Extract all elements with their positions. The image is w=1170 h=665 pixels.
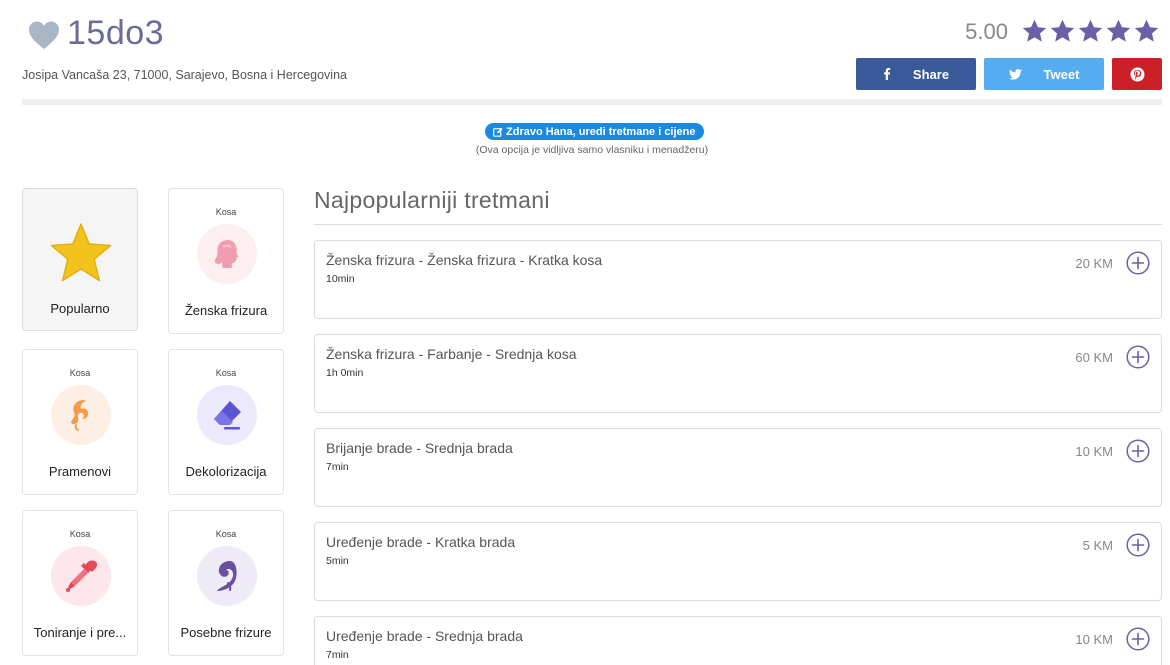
twitter-tweet-label: Tweet (1043, 66, 1080, 82)
heart-icon[interactable] (28, 20, 60, 50)
star-icon (50, 223, 112, 282)
treatment-duration: 5min (326, 555, 349, 567)
share-buttons: Share Tweet (856, 58, 1162, 90)
salon-name: 15do3 (67, 14, 165, 52)
category-label: Popularno (50, 301, 110, 316)
treatment-row[interactable]: Ženska frizura - Farbanje - Srednja kosa… (314, 334, 1162, 413)
category-label: Pramenovi (48, 464, 112, 479)
pinterest-button[interactable] (1112, 58, 1162, 90)
facebook-icon (883, 68, 891, 80)
hair-curl-icon (217, 561, 237, 591)
add-circle-icon[interactable] (1126, 627, 1150, 651)
facebook-share-label: Share (912, 66, 950, 82)
rating-star-icon (1078, 19, 1103, 42)
rating-star-icon (1050, 19, 1075, 42)
rating: 5.00 (965, 18, 1160, 45)
add-circle-icon[interactable] (1126, 251, 1150, 275)
treatment-name: Brijanje brade - Srednja brada (326, 440, 513, 456)
treatment-price: 10 KM (1075, 444, 1113, 459)
category-label: Toniranje i pre... (33, 625, 127, 640)
treatment-name: Ženska frizura - Ženska frizura - Kratka… (326, 252, 603, 268)
treatment-row[interactable]: Uređenje brade - Srednja brada 7min 10 K… (314, 616, 1162, 665)
treatment-row[interactable]: Uređenje brade - Kratka brada 5min 5 KM (314, 522, 1162, 601)
treatment-duration: 10min (326, 273, 355, 285)
section-title: Najpopularniji tretmani (314, 187, 550, 213)
treatment-price: 5 KM (1082, 538, 1113, 553)
category-card-pramenovi[interactable]: Kosa Pramenovi (22, 349, 138, 495)
category-icon-circle (51, 546, 111, 606)
category-tag: Kosa (215, 368, 237, 378)
category-label: Ženska frizura (184, 303, 268, 318)
treatment-duration: 7min (326, 649, 349, 661)
rating-star-icon (1106, 19, 1131, 42)
treatment-name: Uređenje brade - Kratka brada (326, 534, 516, 550)
treatment-row[interactable]: Ženska frizura - Ženska frizura - Kratka… (314, 240, 1162, 319)
facebook-share-button[interactable]: Share (856, 58, 976, 90)
eraser-icon (214, 401, 241, 430)
twitter-tweet-button[interactable]: Tweet (984, 58, 1104, 90)
section-divider (314, 224, 1162, 225)
add-circle-icon[interactable] (1126, 345, 1150, 369)
owner-visibility-note: (Ova opcija je vidljiva samo vlasniku i … (475, 144, 709, 156)
edit-treatments-button[interactable]: Zdravo Hana, uredi tretmane i cijene (485, 123, 704, 140)
rating-star-icon (1134, 19, 1159, 42)
treatment-duration: 7min (326, 461, 349, 473)
category-label: Posebne frizure (180, 625, 272, 640)
category-card-popularno[interactable]: Popularno (22, 188, 138, 331)
treatment-price: 20 KM (1075, 256, 1113, 271)
rating-star-icon (1022, 19, 1047, 42)
category-card-dekolorizacija[interactable]: Kosa Dekolorizacija (168, 349, 284, 495)
category-card-posebne-frizure[interactable]: Kosa Posebne frizure (168, 510, 284, 656)
rating-value: 5.00 (965, 18, 1008, 44)
hair-strand-icon (71, 400, 89, 431)
category-tag: Kosa (69, 529, 91, 539)
add-circle-icon[interactable] (1126, 533, 1150, 557)
treatment-price: 60 KM (1075, 350, 1113, 365)
category-label: Dekolorizacija (185, 464, 267, 479)
woman-head-icon (214, 240, 239, 268)
dropper-icon (66, 560, 98, 592)
treatment-name: Uređenje brade - Srednja brada (326, 628, 523, 644)
treatment-row[interactable]: Brijanje brade - Srednja brada 7min 10 K… (314, 428, 1162, 507)
edit-icon (493, 127, 503, 137)
twitter-icon (1008, 68, 1022, 80)
treatment-name: Ženska frizura - Farbanje - Srednja kosa (326, 346, 577, 362)
category-tag: Kosa (215, 207, 237, 217)
edit-treatments-label: Zdravo Hana, uredi tretmane i cijene (506, 125, 696, 138)
treatment-price: 10 KM (1075, 632, 1113, 647)
salon-address: Josipa Vancaša 23, 71000, Sarajevo, Bosn… (22, 68, 347, 82)
header-divider (22, 99, 1162, 105)
category-tag: Kosa (215, 529, 237, 539)
category-card-zenska-frizura[interactable]: Kosa Ženska frizura (168, 188, 284, 334)
treatment-duration: 1h 0min (326, 367, 364, 379)
category-tag: Kosa (69, 368, 91, 378)
add-circle-icon[interactable] (1126, 439, 1150, 463)
category-icon-circle (51, 385, 111, 445)
category-icon-circle (197, 546, 257, 606)
category-icon-circle (197, 385, 257, 445)
category-icon-circle (197, 224, 257, 284)
pinterest-icon (1129, 66, 1145, 82)
category-card-toniranje[interactable]: Kosa Toniranje i pre... (22, 510, 138, 656)
salon-header: 15do3 Josipa Vancaša 23, 71000, Sarajevo… (0, 0, 1170, 105)
